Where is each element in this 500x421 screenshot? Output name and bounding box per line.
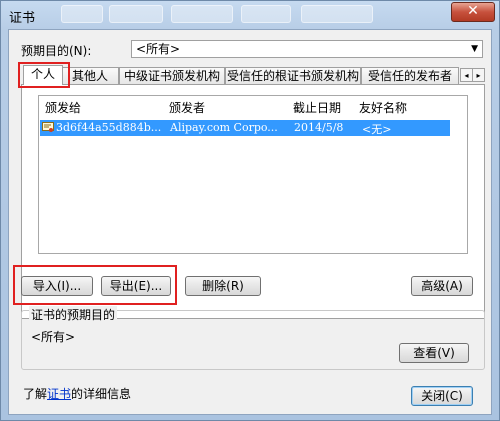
title-bar[interactable]: 证书 ✕	[1, 1, 500, 29]
purpose-dropdown[interactable]: <所有> ▼	[131, 40, 483, 58]
cell-issued-to: 3d6f44a55d884b...	[56, 121, 162, 134]
table-row[interactable]: 3d6f44a55d884b... Alipay.com Corpo... 20…	[40, 120, 450, 136]
footer-info: 了解证书的详细信息	[23, 385, 131, 402]
certificate-list[interactable]: 颁发给 颁发者 截止日期 友好名称 3d6f44a55d884b... Alip…	[38, 95, 468, 254]
close-window-button[interactable]: ✕	[451, 2, 495, 22]
background-taskbar-tab	[61, 5, 103, 23]
background-taskbar-tab	[171, 5, 233, 23]
background-taskbar-tab	[301, 5, 373, 23]
chevron-down-icon: ▼	[471, 44, 478, 54]
cell-expiry: 2014/5/8	[294, 121, 344, 134]
column-header-expiry[interactable]: 截止日期	[293, 99, 341, 116]
background-taskbar-tab	[241, 5, 291, 23]
certificate-store-tabs: 其他人 中级证书颁发机构 受信任的根证书颁发机构 受信任的发布者 个人 ◂ ▸	[21, 65, 485, 85]
footer-prefix: 了解	[23, 387, 48, 401]
column-header-issued-to[interactable]: 颁发给	[45, 99, 81, 116]
tab-personal[interactable]: 个人	[23, 65, 63, 85]
certificates-link[interactable]: 证书	[47, 387, 71, 401]
tab-trusted-publishers[interactable]: 受信任的发布者	[361, 67, 459, 84]
dialog-client-area: 预期目的(N): <所有> ▼ 其他人 中级证书颁发机构 受信任的根证书颁发机构…	[8, 29, 492, 415]
advanced-button[interactable]: 高级(A)	[411, 276, 473, 296]
highlight-import-export	[13, 265, 177, 305]
background-taskbar-tab	[109, 5, 163, 23]
close-icon: ✕	[467, 3, 479, 19]
cell-friendly-name: <无>	[362, 123, 392, 136]
intended-purposes-value: <所有>	[31, 330, 76, 344]
view-button[interactable]: 查看(V)	[399, 343, 469, 363]
remove-button[interactable]: 删除(R)	[185, 276, 261, 296]
list-header: 颁发给 颁发者 截止日期 友好名称	[39, 96, 467, 116]
purpose-label: 预期目的(N):	[21, 44, 92, 58]
tab-intermediate-ca[interactable]: 中级证书颁发机构	[119, 67, 225, 84]
column-header-issuer[interactable]: 颁发者	[169, 99, 205, 116]
intended-purposes-title: 证书的预期目的	[29, 306, 118, 323]
column-header-friendly-name[interactable]: 友好名称	[359, 99, 407, 116]
certificate-icon	[42, 122, 54, 132]
cell-issuer: Alipay.com Corpo...	[170, 121, 278, 134]
footer-suffix: 的详细信息	[71, 387, 132, 401]
tab-trusted-root-ca[interactable]: 受信任的根证书颁发机构	[225, 67, 361, 84]
window-title: 证书	[9, 11, 36, 26]
purpose-selected-value: <所有>	[136, 42, 181, 56]
close-button[interactable]: 关闭(C)	[411, 386, 473, 406]
tab-scroll-right-icon[interactable]: ▸	[472, 68, 485, 82]
certificate-dialog: 证书 ✕ 预期目的(N): <所有> ▼ 其他人 中级证书颁发机构 受信任的根证…	[0, 0, 500, 421]
